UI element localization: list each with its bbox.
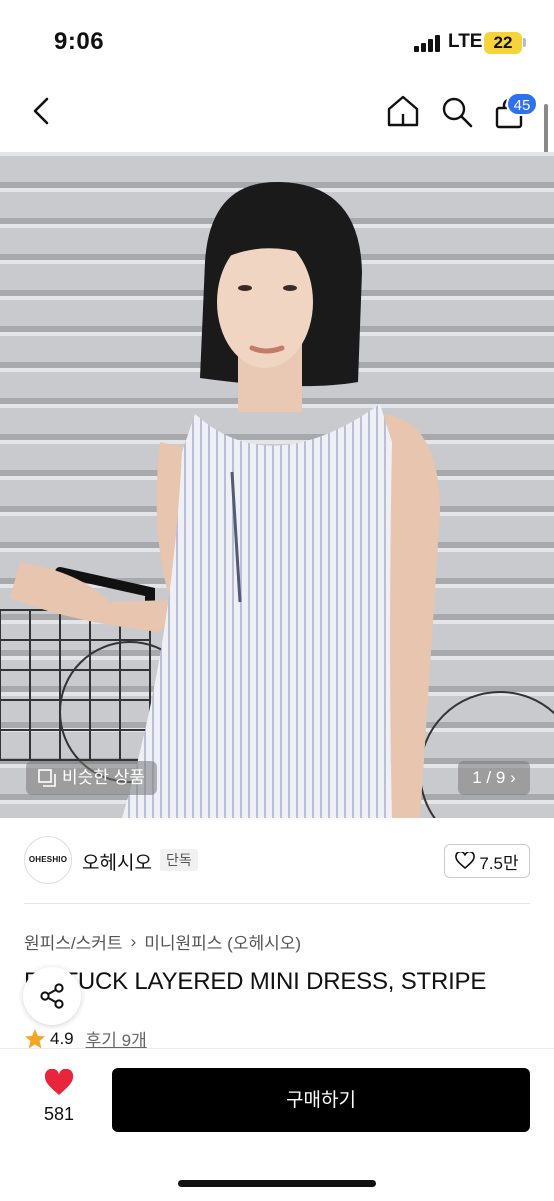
wish-button[interactable]: 581 (30, 1068, 88, 1125)
divider (24, 903, 530, 904)
breadcrumb: 원피스/스커트 › 미니원피스 (오헤시오) (24, 929, 301, 954)
home-icon[interactable] (386, 94, 420, 128)
image-counter-text: 1 / 9 (472, 768, 506, 787)
shop-name[interactable]: 오헤시오 (82, 848, 152, 875)
product-photo (0, 152, 554, 818)
image-counter[interactable]: 1 / 9 › (458, 761, 530, 795)
chevron-right-icon: › (130, 931, 137, 951)
signal-icon (414, 34, 444, 52)
status-time: 9:06 (54, 28, 105, 55)
heart-outline-icon (455, 852, 476, 870)
rating-value: 4.9 (50, 1028, 74, 1048)
status-bar: 9:06 LTE 22 (0, 0, 554, 80)
product-image[interactable] (0, 152, 554, 818)
wish-count: 581 (43, 1104, 75, 1124)
cart-count-badge: 45 (506, 92, 538, 116)
shop-like-button[interactable]: 7.5만 (444, 844, 530, 878)
search-icon[interactable] (440, 95, 474, 129)
share-icon (40, 983, 64, 1009)
star-icon (25, 1028, 45, 1048)
shop-row: OHESHIO 오헤시오 단독 7.5만 (0, 836, 554, 888)
similar-products-button[interactable]: 비슷한 상품 (26, 761, 157, 795)
exclusive-tag: 단독 (160, 849, 198, 871)
similar-items-icon (38, 769, 56, 787)
similar-products-label: 비슷한 상품 (62, 768, 145, 787)
back-arrow-icon[interactable] (30, 96, 54, 126)
breadcrumb-subcategory[interactable]: 미니원피스 (오헤시오) (144, 929, 301, 954)
breadcrumb-category[interactable]: 원피스/스커트 (24, 929, 123, 954)
bottom-action-bar: 581 구매하기 (0, 1048, 554, 1201)
battery-icon: 22 (484, 32, 522, 54)
product-title: PINTUCK LAYERED MINI DRESS, STRIPE (24, 968, 487, 995)
shop-like-count: 7.5만 (479, 853, 519, 873)
network-label: LTE (448, 31, 483, 52)
heart-icon (44, 1068, 74, 1095)
shop-logo[interactable]: OHESHIO (24, 836, 72, 884)
chevron-right-icon: › (510, 768, 516, 787)
home-indicator (178, 1180, 376, 1187)
battery-tip (523, 38, 526, 47)
buy-button[interactable]: 구매하기 (112, 1068, 530, 1132)
share-button[interactable] (23, 967, 81, 1025)
